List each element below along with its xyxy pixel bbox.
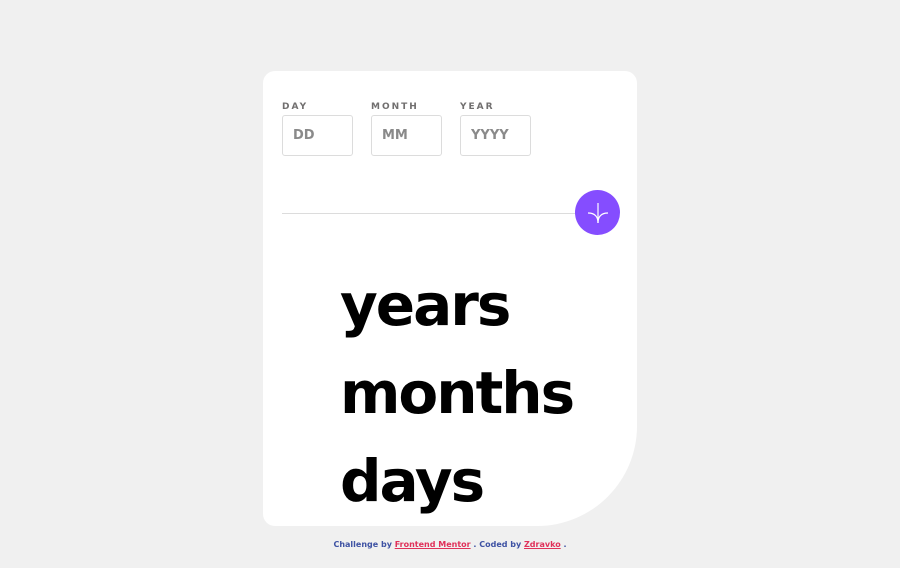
- frontend-mentor-link[interactable]: Frontend Mentor: [395, 540, 471, 549]
- year-input[interactable]: [460, 115, 531, 156]
- day-field: DAY: [282, 101, 353, 156]
- submit-button[interactable]: [575, 190, 620, 235]
- attribution: Challenge by Frontend Mentor . Coded by …: [0, 540, 900, 549]
- months-result: months: [340, 359, 575, 427]
- results-block: years months days: [340, 261, 575, 525]
- date-input-group: DAY MONTH YEAR: [282, 101, 549, 156]
- divider: [282, 213, 582, 214]
- month-field: MONTH: [371, 101, 442, 156]
- years-result: years: [340, 271, 511, 339]
- year-field: YEAR: [460, 101, 531, 156]
- arrow-down-icon: [587, 202, 608, 223]
- day-label: DAY: [282, 102, 309, 112]
- attribution-challenge-text: Challenge by: [333, 540, 392, 549]
- month-label: MONTH: [371, 102, 419, 112]
- attribution-period: .: [563, 540, 567, 549]
- month-input[interactable]: [371, 115, 442, 156]
- age-calculator-card: DAY MONTH YEAR years months days: [263, 71, 637, 526]
- year-label: YEAR: [460, 102, 495, 112]
- day-input[interactable]: [282, 115, 353, 156]
- days-result: days: [340, 447, 485, 515]
- author-link[interactable]: Zdravko: [524, 540, 561, 549]
- attribution-coded-text: . Coded by: [473, 540, 522, 549]
